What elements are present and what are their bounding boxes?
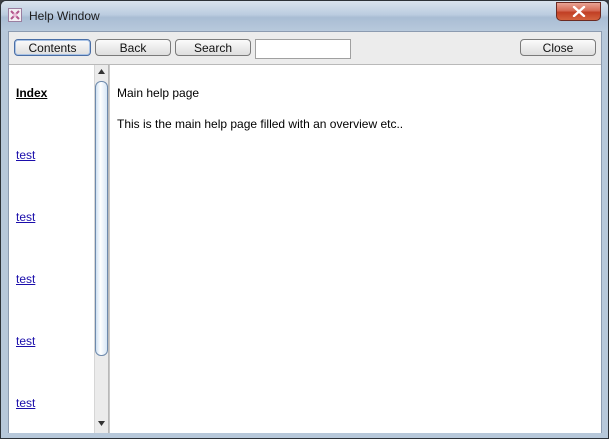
index-scrollbar[interactable] (94, 65, 109, 433)
contents-button[interactable]: Contents (14, 39, 91, 56)
search-button[interactable]: Search (175, 39, 251, 56)
help-content-panel: Main help page This is the main help pag… (109, 65, 601, 433)
scroll-thumb[interactable] (95, 81, 108, 356)
content-frame: Contents Back Search Close Index test te… (8, 31, 602, 433)
close-button[interactable]: Close (520, 39, 596, 56)
scroll-up-arrow[interactable] (95, 65, 108, 79)
help-window: Help Window Contents Back Search Close I… (0, 0, 609, 439)
title-bar[interactable]: Help Window (1, 1, 608, 31)
index-link[interactable]: test (16, 272, 35, 286)
up-arrow-icon (98, 69, 105, 74)
help-app-icon (8, 8, 22, 22)
index-panel: Index test test test test test (9, 65, 94, 433)
index-link[interactable]: test (16, 334, 35, 348)
window-title: Help Window (29, 9, 100, 23)
index-link[interactable]: test (16, 210, 35, 224)
search-input[interactable] (255, 39, 351, 59)
window-close-button[interactable] (556, 2, 601, 21)
help-page-title: Main help page (117, 86, 200, 100)
toolbar: Contents Back Search Close (9, 32, 601, 65)
index-link[interactable]: test (16, 396, 35, 410)
index-link[interactable]: test (16, 148, 35, 162)
back-button[interactable]: Back (95, 39, 171, 56)
down-arrow-icon (98, 421, 105, 426)
index-heading: Index (16, 86, 48, 100)
scroll-down-arrow[interactable] (95, 417, 108, 431)
close-icon (572, 6, 586, 17)
help-page-body: This is the main help page filled with a… (117, 117, 404, 131)
